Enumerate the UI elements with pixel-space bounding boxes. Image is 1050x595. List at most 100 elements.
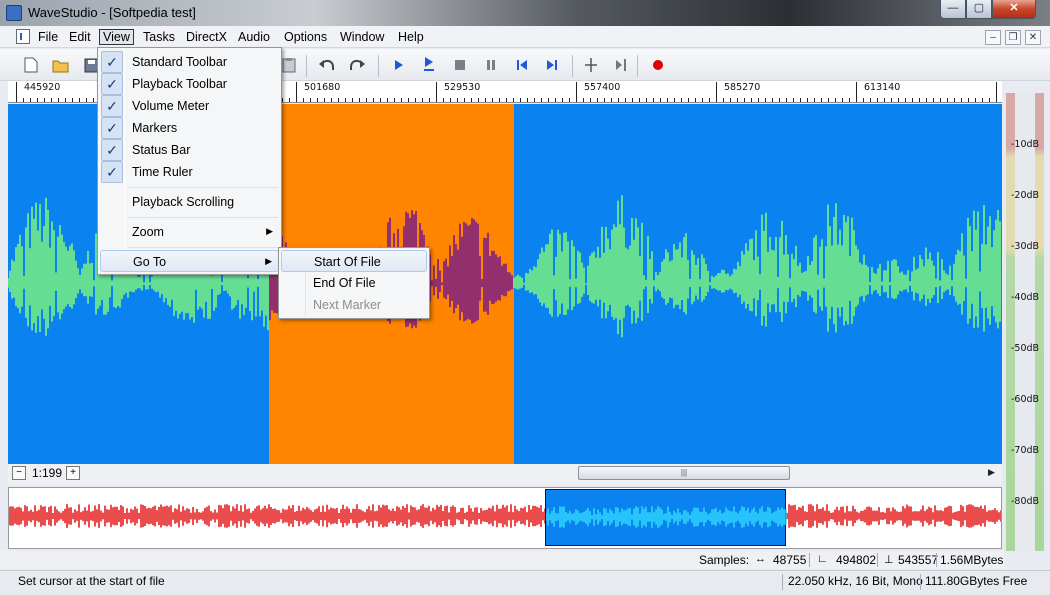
ruler-tick	[772, 98, 773, 102]
samples-separator	[877, 553, 878, 567]
ruler-tick	[548, 98, 549, 102]
status-bar: Set cursor at the start of file 22.050 k…	[0, 570, 1050, 595]
menu-separator	[128, 217, 278, 218]
menu-item-label: Markers	[132, 121, 178, 135]
maximize-button[interactable]: ▢	[966, 0, 992, 19]
skip-end-icon[interactable]	[543, 56, 561, 74]
record-icon[interactable]	[649, 56, 667, 74]
horizontal-scrollbar-thumb[interactable]: |||	[578, 466, 790, 480]
menu-window[interactable]: Window	[337, 29, 387, 45]
ruler-tick	[919, 98, 920, 102]
audio-format: 22.050 kHz, 16 Bit, Mono	[788, 574, 923, 588]
scroll-right-arrow[interactable]: ▶	[988, 467, 995, 478]
check-icon: ✓	[101, 73, 123, 95]
ruler-tick	[541, 98, 542, 102]
ruler-tick	[947, 98, 948, 102]
menu-view[interactable]: View	[99, 29, 134, 45]
ruler-tick	[569, 98, 570, 102]
ruler-tick	[429, 98, 430, 102]
menu-item-go-to[interactable]: Go To ▶	[100, 250, 279, 272]
ruler-tick	[744, 98, 745, 102]
ruler-tick	[485, 98, 486, 102]
ruler-tick	[751, 98, 752, 102]
menu-directx[interactable]: DirectX	[183, 29, 230, 45]
ruler-tick	[597, 98, 598, 102]
menu-item-playback-scrolling[interactable]: Playback Scrolling	[100, 191, 279, 213]
overview-waveform[interactable]	[8, 487, 1002, 549]
menu-separator	[128, 247, 278, 248]
overview-visible-region[interactable]	[545, 489, 787, 546]
ruler-tick	[331, 98, 332, 102]
menu-item-markers[interactable]: ✓ Markers	[100, 117, 279, 139]
minimize-button[interactable]: —	[940, 0, 966, 19]
skip-start-icon[interactable]	[513, 56, 531, 74]
ruler-tick	[877, 98, 878, 102]
menu-item-label: Zoom	[132, 225, 164, 239]
mdi-minimize-button[interactable]: –	[985, 30, 1001, 45]
stop-icon[interactable]	[451, 56, 469, 74]
menu-item-playback-toolbar[interactable]: ✓ Playback Toolbar	[100, 73, 279, 95]
menu-audio[interactable]: Audio	[235, 29, 273, 45]
menu-file[interactable]: File	[35, 29, 61, 45]
zoom-level: 1:199	[32, 466, 63, 480]
check-icon: ✓	[101, 139, 123, 161]
ruler-tick	[975, 98, 976, 102]
menu-item-time-ruler[interactable]: ✓ Time Ruler	[100, 161, 279, 183]
split-icon[interactable]	[582, 56, 600, 74]
toolbar-separator	[637, 55, 638, 77]
open-icon[interactable]	[52, 56, 70, 74]
cursor-end-icon[interactable]	[612, 56, 630, 74]
zoom-in-button[interactable]: +	[66, 466, 80, 480]
ruler-tick	[982, 98, 983, 102]
ruler-tick	[765, 98, 766, 102]
ruler-tick	[933, 98, 934, 102]
ruler-tick	[282, 98, 283, 102]
pause-icon[interactable]	[482, 56, 500, 74]
status-separator	[782, 574, 783, 590]
menu-item-status-bar[interactable]: ✓ Status Bar	[100, 139, 279, 161]
selection-end: 543557	[898, 553, 939, 567]
meter-label: -10dB	[1011, 139, 1040, 150]
volume-meter: -10dB -20dB -30dB -40dB -50dB -60dB -70d…	[1004, 93, 1046, 551]
ruler-tick	[352, 98, 353, 102]
paste-icon[interactable]	[280, 56, 298, 74]
ruler-tick	[667, 98, 668, 102]
ruler-tick	[618, 98, 619, 102]
redo-icon[interactable]	[348, 56, 366, 74]
undo-icon[interactable]	[318, 56, 336, 74]
ruler-tick	[583, 98, 584, 102]
menu-item-volume-meter[interactable]: ✓ Volume Meter	[100, 95, 279, 117]
ruler-tick	[793, 98, 794, 102]
free-space: 111.80GBytes Free	[925, 574, 1028, 588]
menu-tasks[interactable]: Tasks	[140, 29, 178, 45]
menu-item-end-of-file[interactable]: End Of File	[281, 272, 427, 294]
play-loop-icon[interactable]	[420, 56, 438, 74]
ruler-tick	[828, 98, 829, 102]
ruler-tick	[912, 98, 913, 102]
menu-item-label: Playback Toolbar	[132, 77, 227, 91]
view-menu-dropdown: ✓ Standard Toolbar ✓ Playback Toolbar ✓ …	[97, 47, 282, 275]
mdi-restore-button[interactable]: ❐	[1005, 30, 1021, 45]
document-menu-icon[interactable]	[16, 29, 30, 44]
menu-item-start-of-file[interactable]: Start Of File	[281, 250, 427, 272]
mdi-close-button[interactable]: ✕	[1025, 30, 1041, 45]
meter-label: -30dB	[1011, 241, 1040, 252]
menu-edit[interactable]: Edit	[66, 29, 94, 45]
ruler-tick	[86, 98, 87, 102]
new-icon[interactable]	[22, 56, 40, 74]
menu-options[interactable]: Options	[281, 29, 330, 45]
ruler-label: 529530	[444, 82, 481, 93]
check-icon: ✓	[101, 117, 123, 139]
menu-item-standard-toolbar[interactable]: ✓ Standard Toolbar	[100, 51, 279, 73]
ruler-tick	[989, 98, 990, 102]
menu-item-zoom[interactable]: Zoom ▶	[100, 221, 279, 243]
selection-length-icon: ↔	[755, 553, 766, 565]
menu-help[interactable]: Help	[395, 29, 427, 45]
menu-item-label: Start Of File	[314, 255, 381, 269]
toolbar-separator	[306, 55, 307, 77]
ruler-tick	[632, 98, 633, 102]
zoom-out-button[interactable]: −	[12, 466, 26, 480]
app-icon[interactable]	[6, 5, 22, 21]
close-button[interactable]: ✕	[992, 0, 1036, 19]
play-icon[interactable]	[390, 56, 408, 74]
